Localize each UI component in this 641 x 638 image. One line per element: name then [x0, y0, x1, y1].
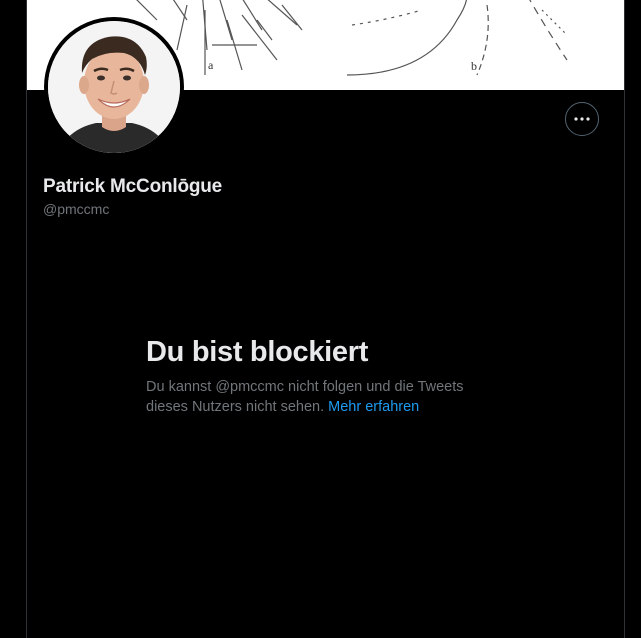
more-options-button[interactable] — [565, 102, 599, 136]
user-handle: @pmccmc — [43, 201, 110, 217]
profile-column: a b Patrick McConlōgue @pmccmc Du bist b… — [26, 0, 625, 638]
blocked-description: Du kannst @pmccmc nicht folgen und die T… — [146, 377, 486, 417]
avatar-portrait — [48, 21, 180, 153]
blocked-notice: Du bist blockiert Du kannst @pmccmc nich… — [146, 334, 486, 417]
avatar[interactable] — [48, 21, 180, 153]
banner-label-b: b — [471, 59, 477, 73]
display-name: Patrick McConlōgue — [43, 176, 223, 197]
banner-label-a: a — [208, 58, 214, 72]
profile-page: a b Patrick McConlōgue @pmccmc Du bist b… — [0, 0, 641, 638]
avatar-frame[interactable] — [44, 17, 184, 157]
more-dots-icon — [574, 117, 590, 121]
learn-more-link[interactable]: Mehr erfahren — [328, 399, 419, 415]
blocked-title: Du bist blockiert — [146, 336, 369, 368]
